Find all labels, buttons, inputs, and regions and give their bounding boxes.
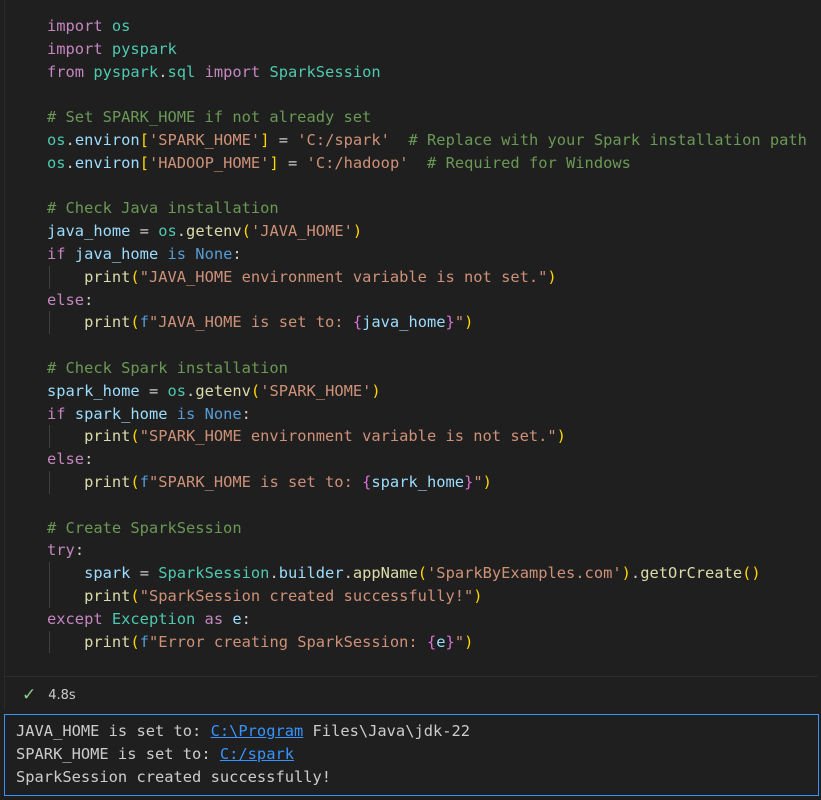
cell-output[interactable]: JAVA_HOME is set to: C:\Program Files\Ja… <box>4 714 819 796</box>
code-line: import pyspark <box>47 39 177 58</box>
code-line: if java_home is None: <box>47 244 242 263</box>
code-line: # Create SparkSession <box>47 518 242 537</box>
output-line-spark: SPARK_HOME is set to: C:/spark <box>16 744 294 763</box>
code-line: try: <box>47 541 85 560</box>
code-line: from pyspark.sql import SparkSession <box>47 62 381 81</box>
indent-guide <box>49 265 50 289</box>
code-line: print(f"SPARK_HOME is set to: {spark_hom… <box>84 472 492 491</box>
output-link-java-path[interactable]: C:\Program <box>211 722 304 740</box>
cell-divider <box>4 676 818 677</box>
output-line-session: SparkSession created successfully! <box>16 767 332 786</box>
code-line: spark = SparkSession.builder.appName('Sp… <box>84 564 761 583</box>
success-check-icon: ✓ <box>22 685 37 705</box>
code-line: else: <box>47 290 94 309</box>
code-cell[interactable]: import os import pyspark from pyspark.sql … <box>4 0 819 710</box>
code-line: if spark_home is None: <box>47 404 251 423</box>
indent-guide <box>49 630 50 654</box>
code-line: print("JAVA_HOME environment variable is… <box>84 267 557 286</box>
code-line: # Check Spark installation <box>47 358 288 377</box>
code-line: os.environ['SPARK_HOME'] = 'C:/spark' # … <box>47 130 807 149</box>
code-line: print(f"JAVA_HOME is set to: {java_home}… <box>84 313 474 332</box>
execution-duration: 4.8s <box>48 687 76 703</box>
code-line: os.environ['HADOOP_HOME'] = 'C:/hadoop' … <box>47 153 631 172</box>
code-line: else: <box>47 450 94 469</box>
code-line: java_home = os.getenv('JAVA_HOME') <box>47 222 363 241</box>
code-line: spark_home = os.getenv('SPARK_HOME') <box>47 381 381 400</box>
output-line-java: JAVA_HOME is set to: C:\Program Files\Ja… <box>16 722 471 740</box>
code-line: print(f"Error creating SparkSession: {e}… <box>84 632 474 651</box>
code-line: print("SparkSession created successfully… <box>84 586 483 605</box>
execution-status: ✓ 4.8s <box>22 684 76 706</box>
code-editor[interactable]: import os import pyspark from pyspark.sql … <box>47 15 807 654</box>
indent-guide <box>49 562 50 608</box>
output-link-spark-path[interactable]: C:/spark <box>220 745 294 763</box>
output-text: JAVA_HOME is set to: C:\Program Files\Ja… <box>16 720 470 788</box>
code-line: except Exception as e: <box>47 609 251 628</box>
indent-guide <box>49 425 50 449</box>
indent-guide <box>49 471 50 494</box>
code-line: # Set SPARK_HOME if not already set <box>47 108 372 127</box>
indent-guide <box>49 311 50 335</box>
code-line: import os <box>47 17 131 35</box>
code-line: # Check Java installation <box>47 199 279 218</box>
code-line: print("SPARK_HOME environment variable i… <box>84 427 566 446</box>
